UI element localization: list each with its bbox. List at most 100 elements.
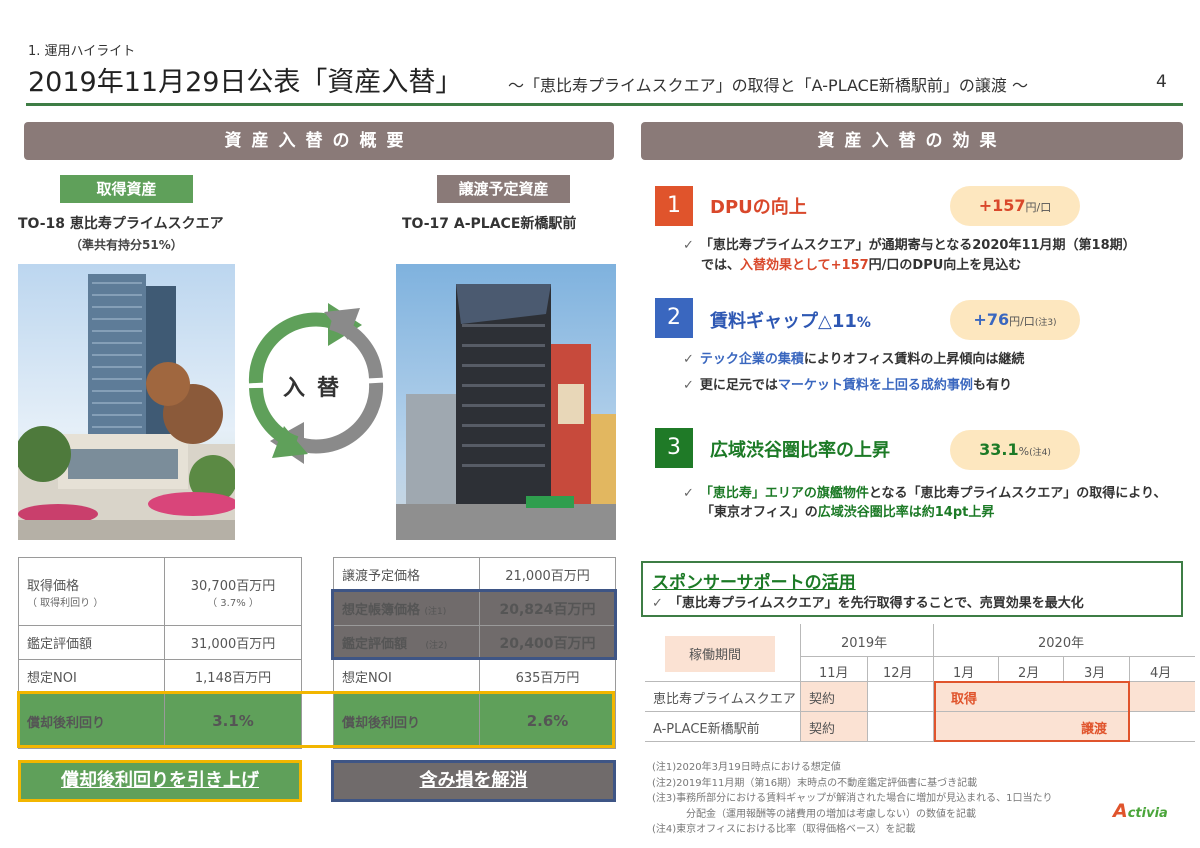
check-icon: ✓ [683, 378, 694, 393]
schedule-grid: 稼働期間 2019年 2020年 11月 12月 1月 2月 3月 4月 恵比寿… [645, 624, 1195, 744]
page-number: 4 [1156, 72, 1167, 92]
acquired-property-name: TO-18 恵比寿プライムスクエア [18, 216, 224, 232]
effect-3-note: (注4) [1029, 448, 1051, 458]
effect-2-title-text: 賃料ギャップ△11 [710, 311, 857, 332]
effect-1-bullet-2-c: 円/口のDPU向上を見込む [868, 258, 1022, 273]
effects-banner: 資産入替の効果 [641, 122, 1183, 160]
effect-2-bullet-1-a: テック企業の集積 [699, 352, 804, 367]
effect-2-bullet-2-b: マーケット賃料を上回る成約事例 [777, 378, 973, 393]
effect-1-unit: 円/口 [1025, 201, 1052, 214]
effect-1-bullet-2-b: 入替効果として+157 [740, 258, 869, 273]
footnote-3-cont: 分配金（運用報酬等の諸費用の増加は考慮しない）の数値を記載 [686, 808, 976, 820]
title-divider [26, 103, 1183, 106]
logo-initial: A [1113, 800, 1128, 822]
effect-2-note: (注3) [1034, 318, 1057, 328]
activia-logo: Activia [1113, 800, 1168, 822]
sponsor-support-desc: ✓ 「恵比寿プライムスクエア」を先行取得することで、売買効果を最大化 [652, 592, 1084, 611]
acquired-price-label: 取得価格 （ 取得利回り ） [18, 557, 165, 626]
transfer-price-label: 譲渡予定価格 [333, 557, 480, 592]
ebisu-acquisition: 取得 [951, 692, 978, 707]
swap-label: 入替 [283, 376, 352, 401]
section-label: 1. 運用ハイライト [28, 44, 136, 59]
transfer-asset-tag: 譲渡予定資産 [437, 175, 570, 203]
page-title: 2019年11月29日公表「資産入替」 [28, 67, 463, 98]
acquired-price-value-text: 30,700百万円 [190, 578, 276, 594]
acquired-price-label-text: 取得価格 [27, 578, 80, 594]
schedule-row-shinbashi: A-PLACE新橋駅前 [653, 722, 760, 737]
ebisu-prime-square-photo [18, 264, 235, 540]
effect-3-value-pill: 33.1%(注4) [950, 430, 1080, 470]
acquired-noi-label: 想定NOI [18, 659, 165, 694]
effect-2-bullet-1-b: によりオフィス賃料の上昇傾向は継続 [803, 352, 1025, 367]
acquired-appraisal-label: 鑑定評価額 [18, 625, 165, 660]
effect-3-number: 3 [655, 428, 693, 468]
effect-1-number: 1 [655, 186, 693, 226]
effect-1-bullet-1: ✓ 「恵比寿プライムスクエア」が通期寄与となる2020年11月期（第18期） [683, 236, 1136, 255]
transfer-property-name: TO-17 A-PLACE新橋駅前 [402, 216, 577, 232]
month-jan: 1月 [953, 666, 975, 681]
effect-2-bullet-2-a: 更に足元では [699, 378, 778, 393]
effect-1-bullet-2: では、入替効果として+157円/口のDPU向上を見込む [701, 256, 1021, 275]
book-appraisal-highlight-frame [331, 589, 617, 660]
effect-3-title: 広域渋谷圏比率の上昇 [710, 440, 890, 461]
transfer-noi-label: 想定NOI [333, 659, 480, 694]
check-icon: ✓ [683, 486, 694, 501]
effect-3-bullet-1-b: となる「恵比寿プライムスクエア」の取得により、 [868, 486, 1167, 501]
footnote-2: (注2)2019年11月期（第16期）末時点の不動産鑑定評価書に基づき記載 [652, 777, 978, 789]
logo-text: ctivia [1127, 806, 1168, 821]
effect-2-bullet-2-c: も有り [972, 378, 1012, 393]
effect-1-value-pill: +157円/口 [950, 186, 1080, 226]
transfer-noi-value: 635百万円 [479, 659, 616, 694]
page-subtitle: ～「恵比寿プライムスクエア」の取得と「A-PLACE新橋駅前」の譲渡 ～ [508, 76, 1029, 95]
effect-2-value: +76 [973, 310, 1010, 329]
effect-2-bullet-1: ✓ テック企業の集積によりオフィス賃料の上昇傾向は継続 [683, 350, 1024, 369]
month-mar: 3月 [1084, 666, 1106, 681]
footnote-1: (注1)2020年3月19日時点における想定値 [652, 762, 841, 773]
acquired-asset-tag: 取得資産 [60, 175, 193, 203]
acquired-price-value: 30,700百万円 （ 3.7% ） [164, 557, 302, 626]
effect-1-title: DPUの向上 [710, 197, 807, 218]
raise-yield-callout: 償却後利回りを引き上げ [18, 760, 302, 802]
effect-1-bullet-1-text: 「恵比寿プライムスクエア」が通期寄与となる2020年11月期（第18期） [699, 238, 1136, 253]
month-nov: 11月 [819, 666, 849, 681]
sponsor-support-desc-text: 「恵比寿プライムスクエア」を先行取得することで、売買効果を最大化 [668, 596, 1084, 611]
effect-2-number: 2 [655, 298, 693, 338]
check-icon: ✓ [652, 596, 663, 611]
effect-3-value: 33.1 [979, 440, 1019, 459]
tower-building-illustration [18, 274, 235, 540]
acquired-property-share: （準共有持分51%） [70, 238, 183, 252]
effect-2-title-suffix: % [856, 315, 871, 331]
yield-highlight-frame [17, 691, 615, 748]
effect-3-bullet-2-b: 広域渋谷圏比率は約14pt上昇 [817, 505, 995, 520]
effect-3-unit: % [1018, 445, 1030, 458]
shinbashi-contract: 契約 [809, 722, 836, 737]
schedule-row-ebisu: 恵比寿プライムスクエア [653, 692, 796, 707]
month-apr: 4月 [1150, 666, 1172, 681]
resolve-loss-callout: 含み損を解消 [331, 760, 616, 802]
effect-2-bullet-2: ✓ 更に足元ではマーケット賃料を上回る成約事例も有り [683, 376, 1012, 395]
month-feb: 2月 [1018, 666, 1040, 681]
office-building-illustration [396, 284, 616, 540]
acquired-noi-value: 1,148百万円 [164, 659, 302, 694]
acquired-yield-label: （ 取得利回り ） [27, 597, 104, 609]
check-icon: ✓ [683, 238, 694, 253]
effect-2-title: 賃料ギャップ△11% [710, 307, 871, 333]
check-icon: ✓ [683, 352, 694, 367]
footnote-4: (注4)東京オフィスにおける比率（取得価格ベース）を記載 [652, 824, 916, 835]
sponsor-support-title: スポンサーサポートの活用 [652, 573, 856, 593]
footnote-3: (注3)事務所部分における賃料ギャップが解消された場合に増加が見込まれる、1口当… [652, 793, 1053, 804]
year-2020: 2020年 [1038, 636, 1085, 651]
month-dec: 12月 [883, 666, 913, 681]
effect-2-value-pill: +76円/口(注3) [950, 300, 1080, 340]
effect-1-value: +157 [978, 196, 1026, 215]
effect-3-bullet-1: ✓ 「恵比寿」エリアの旗艦物件となる「恵比寿プライムスクエア」の取得により、 [683, 484, 1167, 503]
effect-2-unit: 円/口 [1009, 315, 1035, 328]
aplace-shinbashi-photo [396, 264, 616, 540]
period-label: 稼働期間 [689, 648, 742, 663]
acquired-yield-value: （ 3.7% ） [207, 597, 259, 609]
effect-1-bullet-2-a: では、 [701, 258, 741, 273]
effect-3-bullet-2: 「東京オフィス」の広域渋谷圏比率は約14pt上昇 [701, 503, 994, 522]
ebisu-contract: 契約 [809, 692, 836, 707]
footnotes: (注1)2020年3月19日時点における想定値 (注2)2019年11月期（第1… [652, 760, 1053, 838]
year-2019: 2019年 [841, 636, 888, 651]
